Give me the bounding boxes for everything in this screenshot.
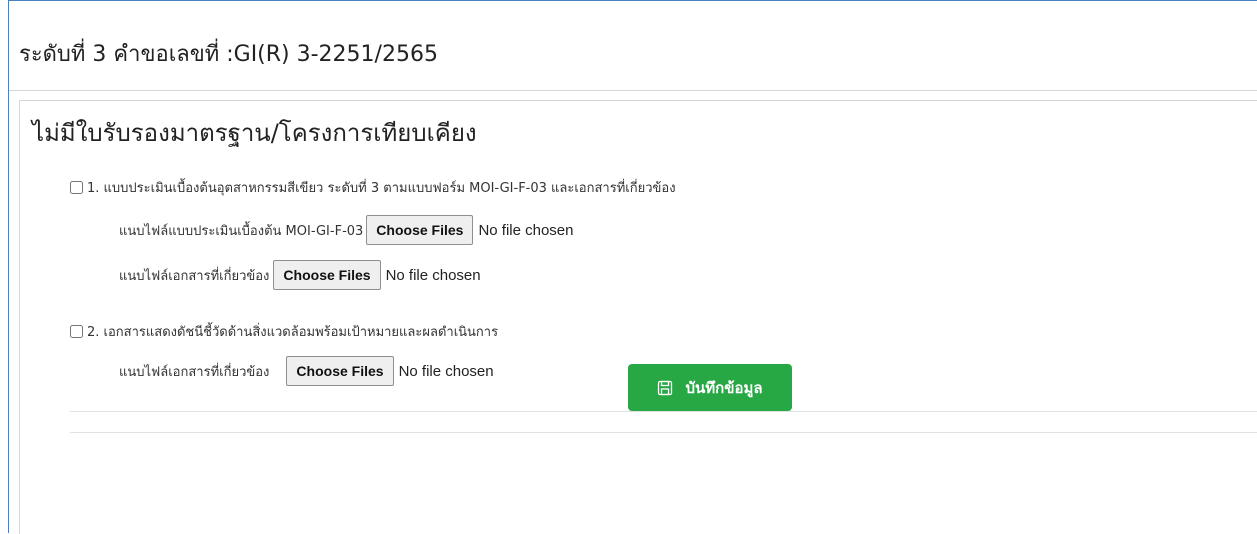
item-2-checkbox[interactable] xyxy=(70,325,83,338)
file-label: แนบไฟล์แบบประเมินเบื้องต้น MOI-GI-F-03 xyxy=(119,223,364,239)
section-title: ไม่มีใบรับรองมาตรฐาน/โครงการเทียบเคียง xyxy=(32,119,477,147)
file-status: No file chosen xyxy=(398,362,494,380)
item-1-checkbox[interactable] xyxy=(70,181,83,194)
page-header: ระดับที่ 3 คำขอเลขที่ :GI(R) 3-2251/2565 xyxy=(9,1,1257,91)
form-body: ไม่มีใบรับรองมาตรฐาน/โครงการเทียบเคียง 1… xyxy=(19,100,1257,534)
divider xyxy=(70,432,1257,433)
item-2-checkbox-row[interactable]: 2. เอกสารแสดงดัชนีชี้วัดด้านสิ่งแวดล้อมพ… xyxy=(70,321,498,342)
divider xyxy=(70,411,1257,412)
choose-files-button[interactable]: Choose Files xyxy=(286,356,394,386)
form-frame: ระดับที่ 3 คำขอเลขที่ :GI(R) 3-2251/2565… xyxy=(8,0,1257,534)
floppy-disk-icon xyxy=(657,380,673,396)
item-1-file-row-1: แนบไฟล์แบบประเมินเบื้องต้น MOI-GI-F-03 C… xyxy=(119,215,574,245)
item-1-checkbox-row[interactable]: 1. แบบประเมินเบื้องต้นอุตสาหกรรมสีเขียว … xyxy=(70,177,676,198)
page-title: ระดับที่ 3 คำขอเลขที่ :GI(R) 3-2251/2565 xyxy=(19,42,438,67)
item-1-file-row-2: แนบไฟล์เอกสารที่เกี่ยวข้อง Choose Files … xyxy=(119,260,481,290)
file-label: แนบไฟล์เอกสารที่เกี่ยวข้อง xyxy=(119,268,270,284)
file-label: แนบไฟล์เอกสารที่เกี่ยวข้อง xyxy=(119,364,270,380)
item-2-file-row-1: แนบไฟล์เอกสารที่เกี่ยวข้อง Choose Files … xyxy=(119,356,494,386)
item-1-label: 1. แบบประเมินเบื้องต้นอุตสาหกรรมสีเขียว … xyxy=(87,181,676,196)
save-button[interactable]: บันทึกข้อมูล xyxy=(628,364,792,411)
choose-files-button[interactable]: Choose Files xyxy=(366,215,474,245)
choose-files-button[interactable]: Choose Files xyxy=(273,260,381,290)
file-status: No file chosen xyxy=(478,221,574,239)
item-2-label: 2. เอกสารแสดงดัชนีชี้วัดด้านสิ่งแวดล้อมพ… xyxy=(87,325,499,340)
file-status: No file chosen xyxy=(385,266,481,284)
save-button-label: บันทึกข้อมูล xyxy=(685,378,763,397)
